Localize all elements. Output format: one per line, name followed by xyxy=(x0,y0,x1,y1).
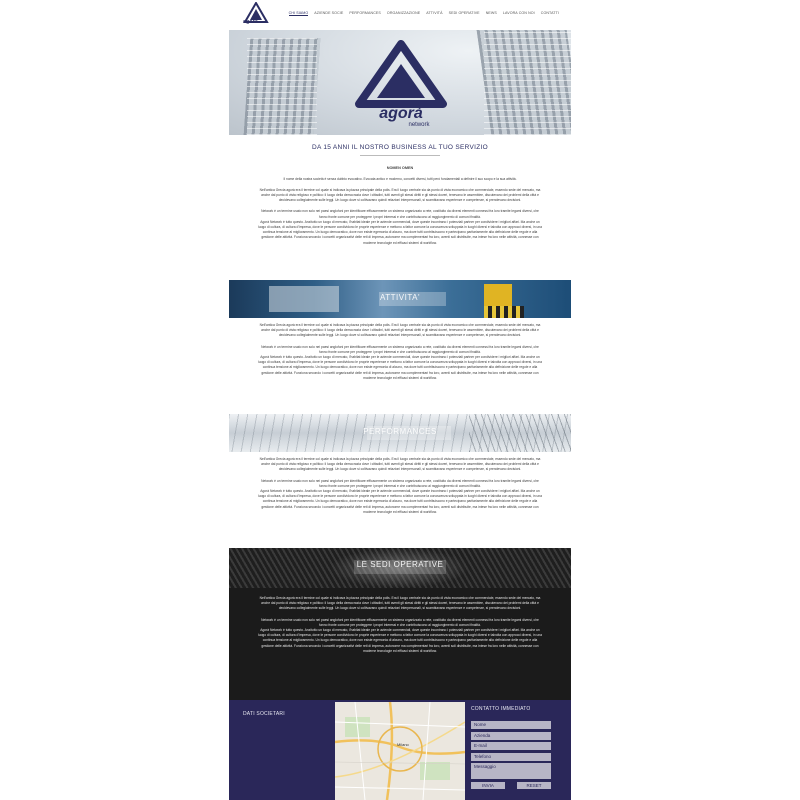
intro-paragraph-4: Agorà Network è tutto questo. Anzitutto … xyxy=(258,219,542,245)
nav-performances[interactable]: PERFORMANCES xyxy=(349,11,381,16)
page: agorà CHI SIAMO AZIENDE SOCIE PERFORMANC… xyxy=(229,0,571,800)
hero-logo-sub: network xyxy=(408,122,430,128)
sedi-banner: LE SEDI OPERATIVE xyxy=(229,548,571,588)
location-map[interactable]: Milano xyxy=(335,702,465,800)
nav-chi-siamo[interactable]: CHI SIAMO xyxy=(288,11,309,16)
performances-paragraph-1: Nell'antica Grecia agorà era il termine … xyxy=(259,457,541,472)
phone-field[interactable]: Telefono xyxy=(471,753,551,761)
intro-paragraph-3: Network è un termine usato non solo nei … xyxy=(261,209,539,219)
performances-paragraph-2: Network è un termine usato non solo nei … xyxy=(261,478,539,488)
nav-attivita[interactable]: ATTIVITÀ xyxy=(426,11,442,16)
title-divider xyxy=(360,155,440,156)
hero-logo-word: agorà xyxy=(379,105,423,122)
hero-agora-logo-icon: agorà network xyxy=(355,40,447,128)
attivita-label: ATTIVITA' xyxy=(380,293,420,302)
nav-news[interactable]: NEWS xyxy=(486,11,497,16)
reset-button[interactable]: RESET xyxy=(517,782,551,789)
main-nav: CHI SIAMO AZIENDE SOCIE PERFORMANCES ORG… xyxy=(288,11,559,16)
name-field[interactable]: Nome xyxy=(471,721,551,729)
performances-banner: PERFORMANCES xyxy=(229,414,571,452)
intro-section: DA 15 ANNI IL NOSTRO BUSINESS AL TUO SER… xyxy=(229,139,571,246)
company-field[interactable]: Azienda xyxy=(471,732,551,740)
attivita-banner: ATTIVITA' xyxy=(229,280,571,318)
company-info-title: DATI SOCIETARI xyxy=(243,711,285,717)
attivita-paragraph-3: Agorà Network è tutto questo. Anzitutto … xyxy=(258,355,542,380)
sedi-label: LE SEDI OPERATIVE xyxy=(356,560,444,569)
attivita-section: Nell'antica Grecia agorà era il termine … xyxy=(229,323,571,381)
intro-paragraph-2: Nell'antica Grecia agorà era il termine … xyxy=(259,187,541,203)
logo-text: agorà xyxy=(243,19,259,25)
header: agorà CHI SIAMO AZIENDE SOCIE PERFORMANC… xyxy=(229,0,571,30)
message-field[interactable]: Messaggio xyxy=(471,763,551,779)
sedi-paragraph-2: Network è un termine usato non solo nei … xyxy=(261,617,539,627)
email-field[interactable]: E-mail xyxy=(471,742,551,750)
intro-title: DA 15 ANNI IL NOSTRO BUSINESS AL TUO SER… xyxy=(311,144,489,151)
performances-section: Nell'antica Grecia agorà era il termine … xyxy=(229,457,571,515)
attivita-paragraph-2: Network è un termine usato non solo nei … xyxy=(261,344,539,354)
nav-organizzazione[interactable]: ORGANIZZAZIONE xyxy=(387,11,420,16)
attivita-paragraph-1: Nell'antica Grecia agorà era il termine … xyxy=(259,323,541,338)
performances-paragraph-3: Agorà Network è tutto questo. Anzitutto … xyxy=(258,489,542,514)
send-button[interactable]: INVIA xyxy=(471,782,505,789)
nav-contatti[interactable]: CONTATTI xyxy=(541,11,559,16)
sedi-paragraph-3: Agorà Network è tutto questo. Anzitutto … xyxy=(258,628,542,653)
nav-lavora-con-noi[interactable]: LAVORA CON NOI xyxy=(503,11,535,16)
sedi-section: LE SEDI OPERATIVE Nell'antica Grecia ago… xyxy=(229,548,571,700)
sedi-paragraph-1: Nell'antica Grecia agorà era il termine … xyxy=(259,596,541,611)
hero-image: agorà network xyxy=(229,30,571,135)
intro-paragraph-1: Il nome della nostra società è senza dub… xyxy=(283,176,517,181)
contact-title: CONTATTO IMMEDIATO xyxy=(471,706,531,712)
footer: DATI SOCIETARI Milano CONTATTO IMMEDIATO… xyxy=(229,700,571,800)
nav-aziende-socie[interactable]: AZIENDE SOCIE xyxy=(314,11,343,16)
nav-sedi-operative[interactable]: SEDI OPERATIVE xyxy=(449,11,480,16)
performances-label: PERFORMANCES xyxy=(363,427,437,436)
intro-subtitle: NOMEN OMEN xyxy=(386,165,414,170)
map-city-label: Milano xyxy=(397,742,410,747)
